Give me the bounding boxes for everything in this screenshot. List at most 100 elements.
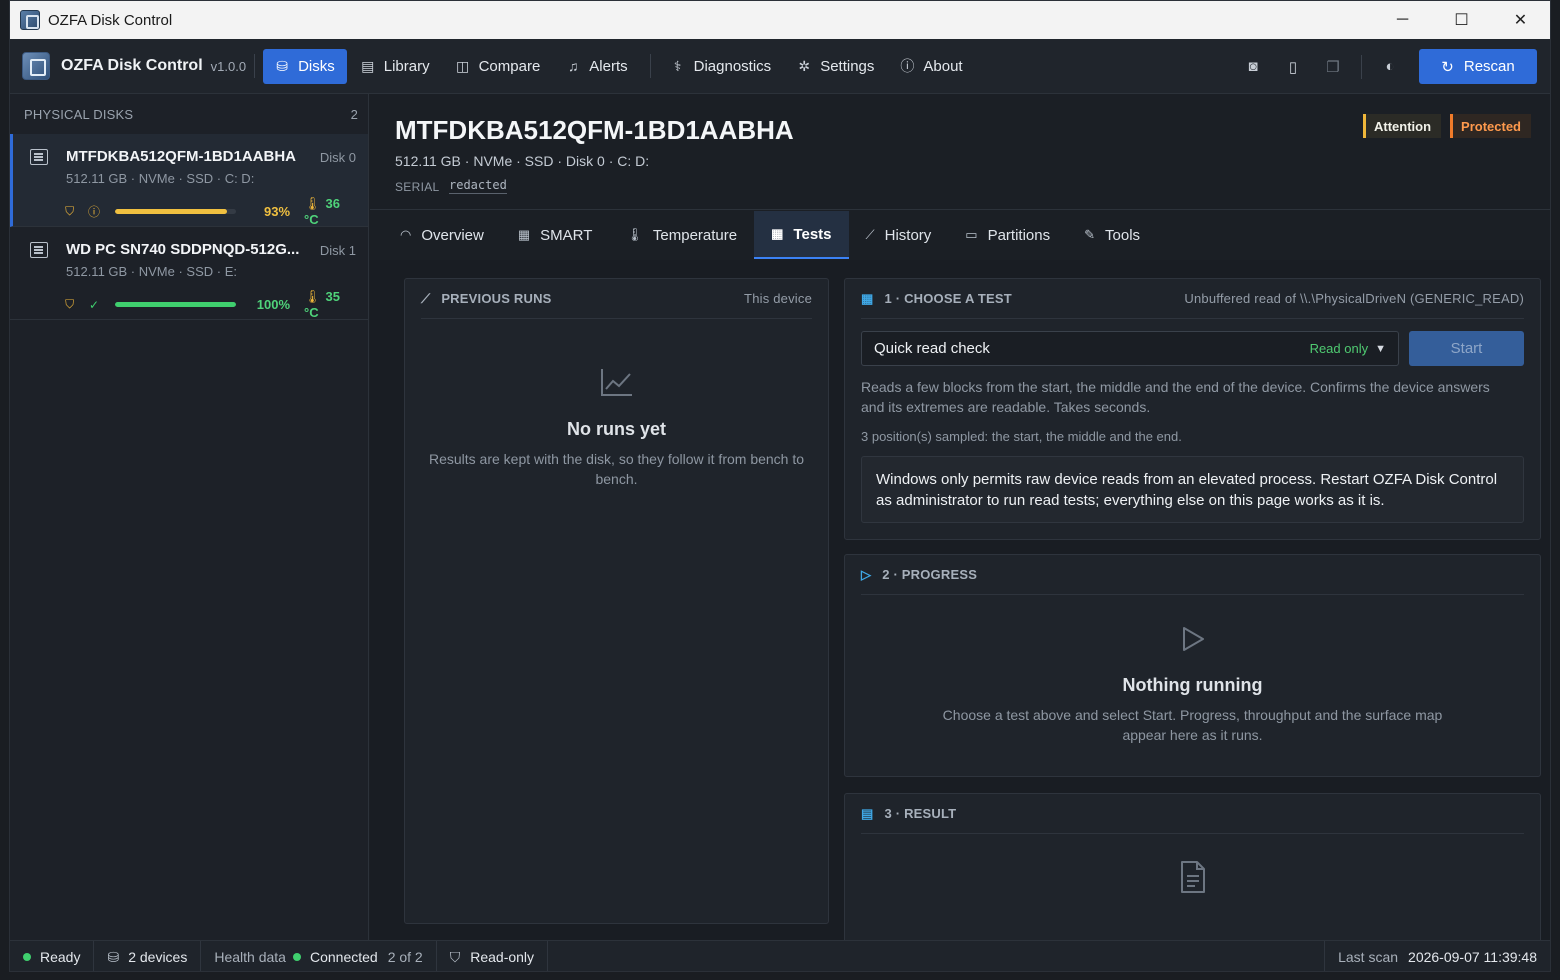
disk-list-item[interactable]: WD PC SN740 SDDPNQD-512G... Disk 1 512.1… bbox=[10, 227, 368, 320]
database-icon: ⛁ bbox=[276, 57, 288, 74]
health-percent: 93% bbox=[263, 204, 291, 219]
document-icon: ▤ bbox=[861, 805, 874, 821]
columns-icon: ◫ bbox=[455, 57, 470, 74]
tests-content: ⟋ PREVIOUS RUNS This device No runs yet … bbox=[370, 260, 1550, 953]
brand-name: OZFA Disk Control bbox=[61, 57, 203, 74]
previous-runs-card: ⟋ PREVIOUS RUNS This device No runs yet … bbox=[404, 278, 829, 924]
contrast-icon[interactable]: ◐ bbox=[1370, 49, 1410, 84]
choose-test-card: ▦ 1 · CHOOSE A TEST Unbuffered read of \… bbox=[844, 278, 1541, 540]
tab-tools[interactable]: ✎ Tools bbox=[1067, 211, 1157, 259]
attention-icon: ⓘ bbox=[88, 205, 101, 219]
card-title: PREVIOUS RUNS bbox=[441, 291, 552, 306]
tab-overview[interactable]: ◠ Overview bbox=[383, 211, 501, 259]
card-header: ▦ 1 · CHOOSE A TEST Unbuffered read of \… bbox=[861, 279, 1524, 319]
sidebar-title: PHYSICAL DISKS bbox=[24, 106, 134, 122]
nav-library[interactable]: ▤ Library bbox=[349, 49, 442, 84]
check-circle-icon: ✓ bbox=[88, 297, 100, 312]
nav-settings[interactable]: ✲ Settings bbox=[785, 49, 886, 84]
copy-icon[interactable]: ❐ bbox=[1313, 49, 1353, 84]
shield-icon: ⛉ bbox=[65, 297, 75, 311]
status-last-scan: Last scan 2026-09-07 11:39:48 bbox=[1324, 940, 1550, 971]
thermometer-icon: 🌡 bbox=[626, 227, 643, 242]
wrench-icon: ✎ bbox=[1084, 227, 1096, 242]
document-icon bbox=[845, 860, 1540, 902]
disk-sidebar: PHYSICAL DISKS 2 MTFDKBA512QFM-1BD1AABHA… bbox=[10, 94, 369, 940]
rescan-button[interactable]: ↻ Rescan bbox=[1419, 49, 1537, 84]
tab-temperature[interactable]: 🌡 Temperature bbox=[609, 211, 754, 259]
partition-icon: ▭ bbox=[965, 227, 978, 242]
thermometer-icon: 🌡 bbox=[304, 289, 321, 304]
attention-badge: Attention bbox=[1362, 114, 1442, 138]
disk-name: WD PC SN740 SDDPNQD-512G... bbox=[66, 241, 300, 258]
main-panel: MTFDKBA512QFM-1BD1AABHA 512.11 GB · NVMe… bbox=[370, 94, 1550, 953]
status-devices: ⛁ 2 devices bbox=[94, 940, 202, 971]
test-select[interactable]: Quick read check Read only ▼ bbox=[861, 331, 1399, 366]
serial-value[interactable]: redacted bbox=[449, 178, 507, 194]
health-percent: 100% bbox=[256, 297, 291, 312]
app-icon bbox=[20, 10, 40, 30]
refresh-icon: ↻ bbox=[1441, 58, 1454, 76]
sampled-positions: 3 position(s) sampled: the start, the mi… bbox=[861, 429, 1182, 444]
tab-history[interactable]: ⟋ History bbox=[849, 211, 949, 259]
archive-icon: ▤ bbox=[361, 57, 375, 74]
disk-header: MTFDKBA512QFM-1BD1AABHA 512.11 GB · NVMe… bbox=[370, 94, 1550, 210]
empty-state: Nothing running Choose a test above and … bbox=[845, 625, 1540, 745]
empty-title: Nothing running bbox=[1122, 675, 1263, 695]
disk-icon bbox=[30, 149, 48, 165]
nav-disks[interactable]: ⛁ Disks bbox=[263, 48, 347, 84]
table-icon: ▦ bbox=[517, 227, 531, 242]
card-title: 3 · RESULT bbox=[884, 806, 957, 821]
grid-icon: ▦ bbox=[861, 290, 874, 306]
main-toolbar: OZFA Disk Control v1.0.0 ⛁ Disks ▤ Library… bbox=[10, 39, 1550, 94]
disk-summary: 512.11 GB · NVMe · SSD · Disk 0 · C: D: bbox=[395, 153, 650, 169]
sidebar-header: PHYSICAL DISKS 2 bbox=[10, 94, 368, 134]
line-chart-icon bbox=[405, 367, 828, 405]
disk-name: MTFDKBA512QFM-1BD1AABHA bbox=[66, 148, 297, 165]
disk-title: MTFDKBA512QFM-1BD1AABHA bbox=[395, 115, 794, 145]
read-method-hint: Unbuffered read of \\.\PhysicalDriveN (G… bbox=[1184, 291, 1524, 306]
temperature-value: 🌡 36 °C bbox=[304, 196, 340, 227]
empty-state: No runs yet Results are kept with the di… bbox=[405, 367, 828, 489]
toolbar-divider bbox=[649, 54, 651, 78]
maximize-button[interactable]: ☐ bbox=[1432, 1, 1491, 39]
nav-about[interactable]: ⓘ About bbox=[888, 49, 974, 84]
nav-diagnostics[interactable]: ⚕ Diagnostics bbox=[659, 49, 784, 84]
camera-icon[interactable]: ◙ bbox=[1233, 49, 1273, 84]
start-button[interactable]: Start bbox=[1409, 331, 1524, 366]
minimize-button[interactable]: ─ bbox=[1373, 1, 1432, 39]
app-version: v1.0.0 bbox=[210, 58, 247, 74]
health-bar bbox=[114, 209, 236, 214]
card-title: 1 · CHOOSE A TEST bbox=[884, 291, 1012, 306]
close-button[interactable]: ✕ bbox=[1491, 1, 1550, 39]
runs-scope: This device bbox=[744, 291, 812, 306]
card-title: 2 · PROGRESS bbox=[882, 567, 978, 582]
grid-icon: ▦ bbox=[771, 226, 784, 241]
protected-badge: Protected bbox=[1450, 114, 1531, 138]
shield-icon: ⛉ bbox=[449, 948, 461, 965]
brand-logo-icon bbox=[22, 52, 50, 80]
tab-tests[interactable]: ▦ Tests bbox=[754, 211, 849, 259]
app-window: OZFA Disk Control ─ ☐ ✕ OZFA Disk Contro… bbox=[9, 0, 1551, 972]
chevron-down-icon: ▼ bbox=[1375, 342, 1386, 355]
health-bar-fill bbox=[114, 209, 228, 214]
thermometer-icon: 🌡 bbox=[304, 196, 321, 211]
nav-compare[interactable]: ◫ Compare bbox=[444, 49, 553, 84]
disk-meta: 512.11 GB · NVMe · SSD · C: D: bbox=[66, 171, 255, 186]
card-header: ▤ 3 · RESULT bbox=[861, 794, 1524, 834]
report-icon[interactable]: ▯ bbox=[1273, 49, 1313, 84]
chart-icon: ⟋ bbox=[421, 290, 431, 306]
tab-smart[interactable]: ▦ SMART bbox=[501, 211, 610, 259]
chart-icon: ⟋ bbox=[865, 227, 875, 242]
tab-partitions[interactable]: ▭ Partitions bbox=[948, 211, 1067, 259]
empty-title: No runs yet bbox=[566, 419, 667, 439]
disk-health-row: ⛉ ⓘ 93% 🌡 36 °C bbox=[62, 196, 356, 227]
serial-label: SERIAL bbox=[395, 180, 440, 194]
elevation-notice: Windows only permits raw device reads fr… bbox=[861, 456, 1524, 523]
nav-alerts[interactable]: ♫ Alerts bbox=[554, 49, 639, 84]
temperature-value: 🌡 35 °C bbox=[304, 289, 340, 320]
disk-index: Disk 1 bbox=[319, 243, 356, 258]
info-icon: ⓘ bbox=[900, 58, 915, 74]
disk-list-item[interactable]: MTFDKBA512QFM-1BD1AABHA Disk 0 512.11 GB… bbox=[10, 134, 368, 227]
health-bar bbox=[114, 302, 236, 307]
status-health-data: Health data Connected 2 of 2 bbox=[201, 940, 437, 971]
